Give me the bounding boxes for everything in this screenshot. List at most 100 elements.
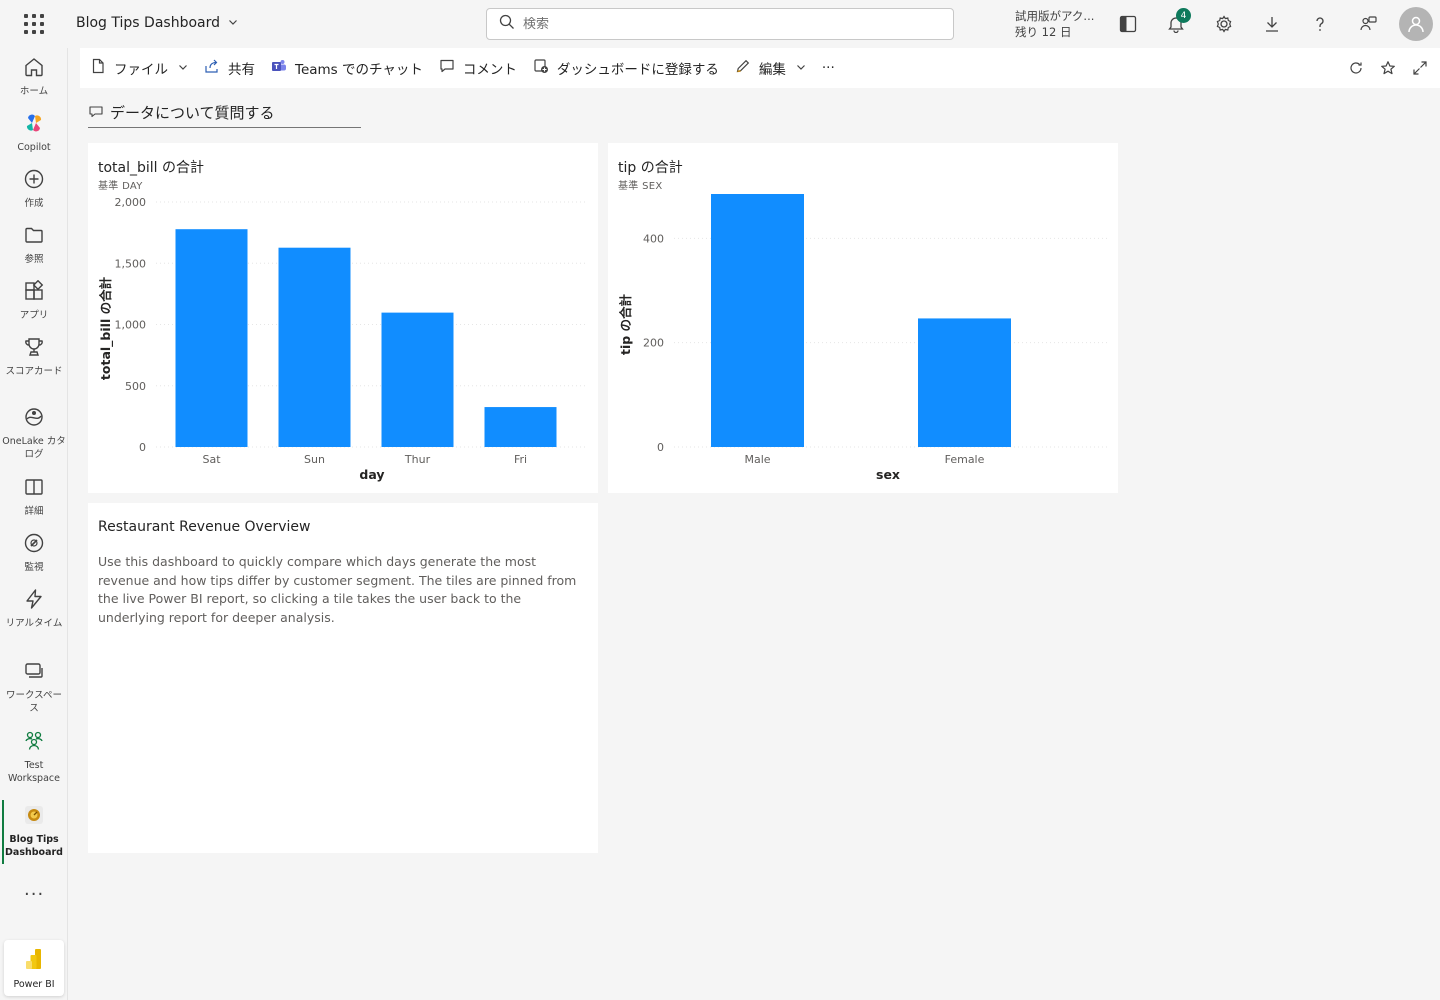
teams-chat-button[interactable]: Teams でのチャット bbox=[263, 52, 431, 84]
x-tick-label: Sun bbox=[304, 453, 325, 466]
tile-tip-by-sex[interactable]: tip の合計 基準 SEX 0 200 400 Male Female sex tip の… bbox=[608, 143, 1118, 493]
workspaces-icon bbox=[23, 660, 45, 686]
nav-item-learn[interactable]: 詳細 bbox=[0, 476, 68, 518]
nav-item-workspaces[interactable]: ワークスペース bbox=[0, 660, 68, 715]
nav-item-blog-tips-dashboard[interactable]: Blog Tips Dashboard bbox=[0, 804, 68, 859]
pane-toggle-icon[interactable] bbox=[1116, 12, 1140, 36]
nav-label: 作成 bbox=[24, 198, 44, 209]
bar-sat bbox=[175, 229, 248, 447]
notifications-icon[interactable]: 4 bbox=[1164, 8, 1191, 36]
file-menu-button[interactable]: ファイル bbox=[82, 52, 196, 84]
more-options-button[interactable]: ··· bbox=[814, 52, 843, 84]
refresh-icon[interactable] bbox=[1344, 56, 1368, 80]
chevron-down-icon bbox=[178, 60, 188, 76]
nav-item-realtime[interactable]: リアルタイム bbox=[0, 588, 68, 630]
nav-item-copilot[interactable]: Copilot bbox=[0, 112, 68, 154]
onelake-icon bbox=[23, 406, 45, 432]
edit-menu-button[interactable]: 編集 bbox=[727, 52, 814, 84]
bar-female bbox=[918, 318, 1011, 447]
chat-bubble-icon bbox=[88, 103, 104, 123]
y-tick-label: 200 bbox=[643, 337, 664, 350]
left-nav: ホーム Copilot 作成 参照 アプリ スコアカード OneLake カタロ… bbox=[0, 48, 68, 1000]
nav-item-monitor[interactable]: 監視 bbox=[0, 532, 68, 574]
y-tick-label: 0 bbox=[657, 441, 664, 454]
trophy-icon bbox=[23, 336, 45, 362]
dashboard-canvas: データについて質問する total_bill の合計 基準 DAY 0 500 1,… bbox=[80, 88, 1440, 1000]
nav-label: スコアカード bbox=[5, 366, 63, 377]
file-label: ファイル bbox=[114, 62, 168, 78]
comment-button[interactable]: コメント bbox=[431, 52, 525, 84]
power-bi-switcher[interactable]: Power BI bbox=[4, 940, 64, 996]
search-input[interactable] bbox=[523, 16, 923, 32]
y-axis-title: total_bill の合計 bbox=[98, 276, 114, 380]
nav-label: Copilot bbox=[17, 142, 51, 153]
bar-fri bbox=[484, 407, 557, 447]
x-tick-label: Female bbox=[945, 453, 985, 466]
trial-line1: 試用版がアク... bbox=[1015, 9, 1095, 23]
x-tick-label: Sat bbox=[202, 453, 221, 466]
share-button[interactable]: 共有 bbox=[196, 52, 263, 84]
tile-body-text: Use this dashboard to quickly compare wh… bbox=[98, 554, 577, 625]
nav-label: Blog Tips Dashboard bbox=[5, 834, 63, 858]
download-icon[interactable] bbox=[1260, 12, 1284, 36]
x-axis-title: sex bbox=[876, 467, 900, 482]
command-bar: ファイル 共有 Teams でのチャット コメント ダッシュボードに登録する 編… bbox=[80, 48, 1440, 88]
subscribe-label: ダッシュボードに登録する bbox=[556, 62, 719, 78]
nav-more-button[interactable]: ··· bbox=[24, 884, 44, 905]
y-tick-label: 0 bbox=[139, 441, 146, 454]
bar-chart-total-bill: 0 500 1,000 1,500 2,000 Sat Sun Thur Fri day total… bbox=[98, 196, 588, 482]
dashboard-icon bbox=[23, 804, 45, 830]
bar-chart-tip: 0 200 400 Male Female sex tip の合計 bbox=[618, 194, 1108, 482]
app-title-dropdown[interactable]: Blog Tips Dashboard bbox=[76, 15, 238, 31]
trial-status[interactable]: 試用版がアク... 残り 12 日 bbox=[1015, 8, 1101, 40]
subscribe-button[interactable]: ダッシュボードに登録する bbox=[525, 52, 727, 84]
search-box[interactable] bbox=[486, 8, 954, 40]
nav-label: OneLake カタログ bbox=[2, 436, 66, 460]
workspace-people-icon bbox=[23, 730, 45, 756]
nav-item-apps[interactable]: アプリ bbox=[0, 279, 68, 322]
expand-icon[interactable] bbox=[1408, 56, 1432, 80]
tile-text-overview[interactable]: Restaurant Revenue Overview Use this das… bbox=[88, 503, 598, 853]
copilot-icon bbox=[23, 112, 45, 138]
power-bi-logo-icon bbox=[23, 947, 45, 975]
nav-item-browse[interactable]: 参照 bbox=[0, 224, 68, 266]
pencil-icon bbox=[735, 58, 751, 78]
nav-label: リアルタイム bbox=[5, 618, 63, 629]
comment-label: コメント bbox=[462, 62, 517, 78]
nav-item-test-workspace[interactable]: Test Workspace bbox=[0, 730, 68, 785]
favorite-star-icon[interactable] bbox=[1376, 56, 1400, 80]
browse-folder-icon bbox=[23, 224, 45, 250]
comment-icon bbox=[439, 58, 455, 78]
app-title: Blog Tips Dashboard bbox=[76, 15, 220, 31]
chevron-down-icon bbox=[228, 15, 238, 31]
nav-item-create[interactable]: 作成 bbox=[0, 168, 68, 210]
y-tick-label: 500 bbox=[125, 380, 146, 393]
y-axis-title: tip の合計 bbox=[618, 293, 633, 355]
nav-label: ホーム bbox=[19, 86, 49, 97]
settings-gear-icon[interactable] bbox=[1212, 12, 1236, 36]
nav-label: 監視 bbox=[24, 562, 44, 573]
app-launcher-icon[interactable] bbox=[24, 14, 44, 34]
help-icon[interactable] bbox=[1308, 12, 1332, 36]
tile-total-bill-by-day[interactable]: total_bill の合計 基準 DAY 0 500 1,000 1,500 2,00… bbox=[88, 143, 598, 493]
nav-item-onelake[interactable]: OneLake カタログ bbox=[0, 406, 68, 461]
create-icon bbox=[23, 168, 45, 194]
qa-ask-box[interactable]: データについて質問する bbox=[88, 98, 361, 128]
nav-label: 詳細 bbox=[24, 506, 44, 517]
home-icon bbox=[23, 56, 45, 82]
command-bar-right bbox=[1344, 56, 1432, 80]
lightning-icon bbox=[23, 588, 45, 614]
share-label: 共有 bbox=[228, 62, 255, 78]
user-avatar[interactable] bbox=[1399, 7, 1433, 41]
nav-item-home[interactable]: ホーム bbox=[0, 56, 68, 98]
apps-icon bbox=[23, 279, 45, 306]
chevron-down-icon bbox=[796, 60, 806, 76]
x-tick-label: Fri bbox=[514, 453, 527, 466]
subscribe-icon bbox=[533, 58, 549, 78]
bar-male bbox=[711, 194, 804, 447]
nav-item-scorecard[interactable]: スコアカード bbox=[0, 336, 68, 378]
feedback-people-icon[interactable] bbox=[1356, 12, 1380, 36]
search-icon bbox=[499, 14, 515, 34]
bar-sun bbox=[278, 247, 351, 447]
teams-icon bbox=[271, 58, 287, 78]
